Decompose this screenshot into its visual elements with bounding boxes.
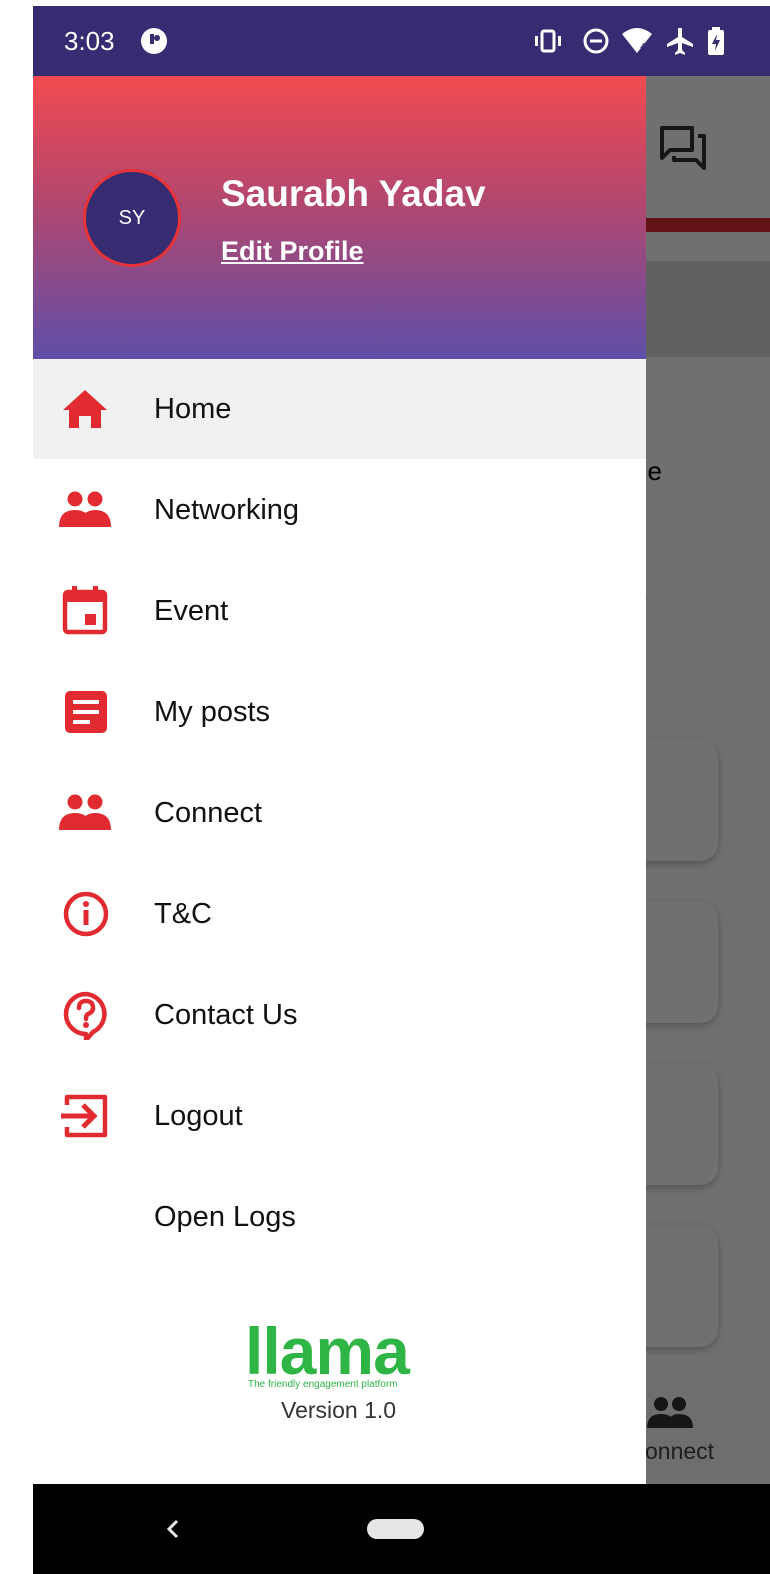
- logout-icon: [61, 1094, 108, 1138]
- menu-item-networking[interactable]: Networking: [33, 460, 646, 560]
- back-icon[interactable]: [158, 1509, 188, 1549]
- document-icon: [65, 691, 107, 733]
- logo-text: llama: [245, 1314, 410, 1388]
- menu-item-connect[interactable]: Connect: [33, 763, 646, 863]
- home-button[interactable]: [367, 1519, 424, 1539]
- menu-item-my-posts[interactable]: My posts: [33, 662, 646, 762]
- people-icon: [59, 794, 111, 830]
- menu-label: Open Logs: [154, 1201, 296, 1233]
- app-version: Version 1.0: [281, 1397, 397, 1423]
- menu-item-logout[interactable]: Logout: [33, 1066, 646, 1166]
- status-bar: 3:03 4: [33, 6, 770, 76]
- system-nav-bar: [33, 1484, 770, 1574]
- menu-label: My posts: [154, 696, 271, 728]
- menu-item-event[interactable]: Event: [33, 561, 646, 661]
- calendar-icon: [62, 586, 108, 635]
- people-icon: [59, 491, 111, 527]
- avatar-initials: SY: [118, 206, 146, 229]
- info-icon: [63, 891, 109, 937]
- airplane-mode-icon: [667, 28, 693, 55]
- svg-text:4: 4: [640, 42, 646, 53]
- menu-label: Networking: [154, 494, 300, 526]
- logo-tagline: The friendly engagement platform: [248, 1379, 398, 1390]
- battery-charging-icon: [708, 27, 724, 55]
- menu-label: T&C: [154, 898, 212, 930]
- app-notification-icon: [141, 28, 167, 54]
- menu-item-contact-us[interactable]: Contact Us: [33, 965, 646, 1065]
- llama-logo: llama The friendly engagement platform: [245, 1314, 435, 1393]
- home-icon: [63, 390, 107, 428]
- menu-label: Logout: [154, 1100, 243, 1132]
- user-name: Saurabh Yadav: [221, 173, 486, 214]
- avatar[interactable]: SY: [83, 169, 181, 267]
- menu-label: Event: [154, 595, 229, 627]
- do-not-disturb-icon: [583, 28, 609, 54]
- status-time: 3:03: [64, 26, 115, 56]
- menu-label: Contact Us: [154, 999, 298, 1031]
- phone-screen: 3:03 4 SY Saurabh Yadav Edit Profile Hom…: [33, 6, 770, 1574]
- menu-item-open-logs[interactable]: Open Logs: [33, 1167, 646, 1267]
- menu-label: Connect: [154, 797, 263, 829]
- wifi-icon: 4: [622, 28, 652, 53]
- help-icon: [63, 991, 107, 1040]
- navigation-drawer: SY Saurabh Yadav Edit Profile Home Netwo…: [33, 76, 646, 1484]
- vibrate-icon: [535, 29, 561, 53]
- drawer-header: SY Saurabh Yadav Edit Profile: [33, 76, 646, 359]
- menu-item-home[interactable]: Home: [33, 359, 646, 459]
- edit-profile-link[interactable]: Edit Profile: [221, 236, 364, 267]
- menu-label: Home: [154, 393, 232, 425]
- menu-item-tnc[interactable]: T&C: [33, 864, 646, 964]
